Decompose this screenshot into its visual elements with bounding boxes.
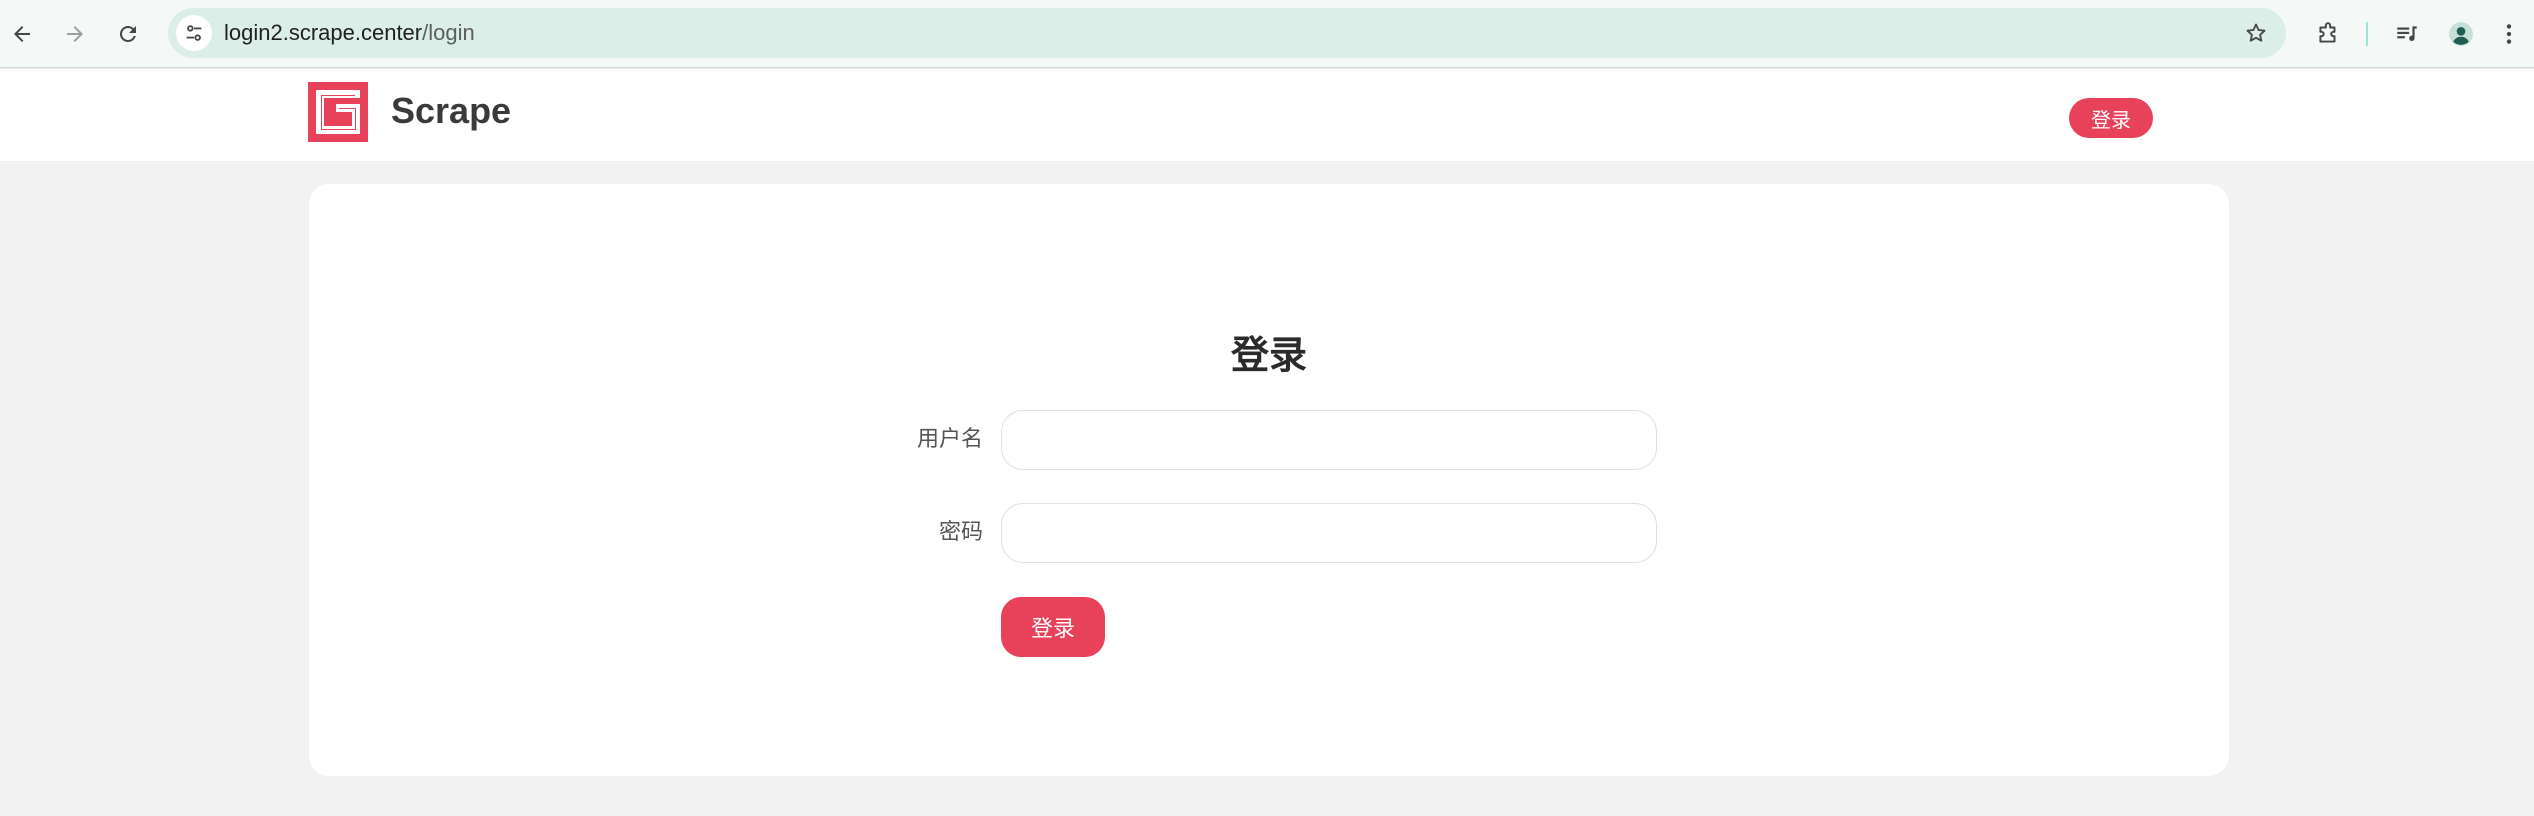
url-host: login2.scrape.center [224,20,423,45]
toolbar-divider [2366,22,2368,46]
reload-icon [120,26,136,42]
login-submit-button[interactable]: 登录 [1001,597,1105,657]
browser-toolbar: login2.scrape.center/login [0,0,2534,68]
username-label: 用户名 [916,426,983,451]
username-input[interactable] [1001,410,1657,470]
bookmark-button[interactable] [2240,17,2272,49]
profile-avatar-icon [2449,22,2473,46]
address-bar[interactable]: login2.scrape.center/login [168,8,2286,58]
url-path: /login [422,20,475,45]
scrape-logo[interactable] [308,82,368,142]
password-label: 密码 [938,519,983,544]
media-button[interactable] [2387,14,2427,54]
browser-menu-button[interactable] [2494,14,2524,54]
login-card: 登录 用户名 密码 登录 [309,184,2229,776]
extensions-button[interactable] [2308,14,2348,54]
tune-icon [186,25,202,41]
site-info-button[interactable] [176,15,212,51]
url-text[interactable]: login2.scrape.center/login [224,8,475,58]
reload-button[interactable] [108,14,148,54]
forward-button[interactable] [55,14,95,54]
page-title: 登录 [1230,335,1307,377]
back-button[interactable] [2,14,42,54]
site-header: Scrape 登录 [0,69,2534,161]
media-queue-icon [2397,26,2417,42]
header-login-button[interactable]: 登录 [2069,98,2153,138]
puzzle-icon [2319,22,2336,43]
star-icon [2246,23,2266,42]
password-input[interactable] [1001,503,1657,563]
kebab-menu-icon [2506,24,2512,44]
brand-name[interactable]: Scrape [391,89,511,133]
forward-arrow-icon [67,26,83,42]
profile-button[interactable] [2441,14,2481,54]
back-arrow-icon [14,26,30,42]
